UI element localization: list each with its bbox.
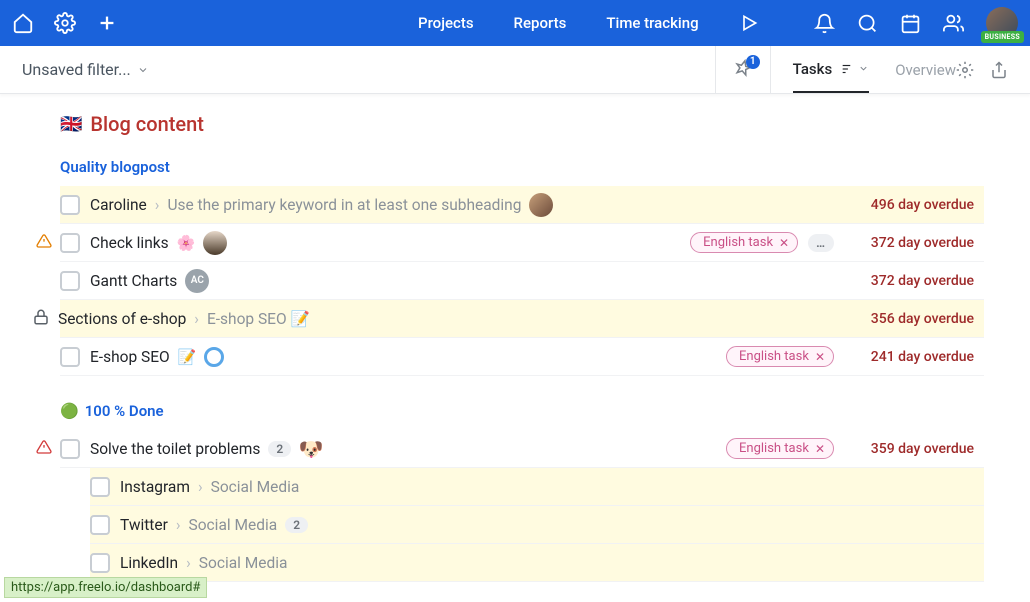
lock-icon	[32, 308, 50, 330]
task-tag[interactable]: English task ✕	[726, 438, 834, 459]
task-row[interactable]: Twitter › Social Media 2	[90, 506, 984, 544]
plus-icon[interactable]	[96, 12, 118, 34]
people-icon[interactable]	[943, 13, 964, 34]
task-crumb: Social Media	[199, 554, 288, 572]
task-crumb: Social Media	[189, 516, 278, 534]
task-name: LinkedIn	[120, 554, 178, 572]
count-pill: 2	[285, 517, 308, 533]
task-row[interactable]: Solve the toilet problems 2 🐶 English ta…	[60, 430, 984, 468]
overdue-label: 356 day overdue	[844, 311, 974, 327]
task-checkbox[interactable]	[60, 195, 80, 215]
task-row[interactable]: E-shop SEO 📝 English task ✕ 241 day over…	[60, 338, 984, 376]
sub-toolbar: Unsaved filter... 1 Tasks Overview	[0, 46, 1030, 94]
task-row[interactable]: Sections of e-shop › E-shop SEO 📝 356 da…	[60, 300, 984, 338]
task-name: E-shop SEO	[90, 348, 170, 366]
task-checkbox[interactable]	[60, 233, 80, 253]
pin-count-badge: 1	[746, 55, 760, 69]
home-icon[interactable]	[12, 12, 34, 34]
crumb-separator: ›	[198, 478, 203, 496]
overdue-label: 241 day overdue	[844, 349, 974, 365]
project-title-text: Blog content	[90, 112, 203, 136]
warning-icon	[36, 439, 52, 459]
list-icon	[838, 62, 852, 76]
calendar-icon[interactable]	[900, 13, 921, 34]
crumb-separator: ›	[155, 196, 160, 214]
task-checkbox[interactable]	[90, 477, 110, 497]
overdue-label: 359 day overdue	[844, 441, 974, 457]
task-checkbox[interactable]	[90, 515, 110, 535]
user-avatar[interactable]: BUSINESS	[986, 7, 1018, 39]
pin-area[interactable]: 1	[715, 46, 771, 93]
task-checkbox[interactable]	[60, 347, 80, 367]
task-name: Twitter	[120, 516, 168, 534]
overdue-label: 372 day overdue	[844, 273, 974, 289]
chevron-down-icon	[858, 63, 869, 74]
task-crumb: Use the primary keyword in at least one …	[167, 196, 521, 214]
settings-icon[interactable]	[956, 61, 974, 79]
share-icon[interactable]	[990, 61, 1008, 79]
warning-icon	[36, 233, 52, 253]
task-name: Caroline	[90, 196, 147, 214]
filter-label: Unsaved filter...	[22, 60, 131, 79]
task-checkbox[interactable]	[60, 439, 80, 459]
task-name: Instagram	[120, 478, 190, 496]
crumb-separator: ›	[186, 554, 191, 572]
task-checkbox[interactable]	[90, 553, 110, 573]
assignee-avatar[interactable]: 🐶	[299, 437, 323, 461]
nav-time-tracking[interactable]: Time tracking	[606, 14, 698, 32]
tag-remove-icon[interactable]: ✕	[815, 350, 825, 364]
search-icon[interactable]	[857, 13, 878, 34]
assignee-avatar[interactable]	[203, 231, 227, 255]
tag-remove-icon[interactable]: ✕	[815, 442, 825, 456]
top-navbar: Projects Reports Time tracking BUSINESS	[0, 0, 1030, 46]
status-bar-url: https://app.freelo.io/dashboard#	[4, 577, 207, 598]
task-row[interactable]: Instagram › Social Media	[90, 468, 984, 506]
tab-overview[interactable]: Overview	[895, 46, 956, 93]
nav-projects[interactable]: Projects	[418, 14, 474, 32]
nav-reports[interactable]: Reports	[514, 14, 567, 32]
task-crumb: Social Media	[211, 478, 300, 496]
task-emoji: 📝	[178, 348, 197, 366]
task-checkbox[interactable]	[60, 271, 80, 291]
tag-remove-icon[interactable]: ✕	[779, 236, 789, 250]
content-area: 🇬🇧 Blog content Quality blogpost Carolin…	[0, 94, 1030, 602]
task-name: Check links	[90, 234, 169, 252]
tab-tasks[interactable]: Tasks	[793, 46, 870, 93]
overdue-label: 496 day overdue	[844, 197, 974, 213]
task-tag[interactable]: English task ✕	[690, 232, 798, 253]
assignee-avatar[interactable]	[529, 193, 553, 217]
crumb-separator: ›	[176, 516, 181, 534]
task-name: Solve the toilet problems	[90, 440, 260, 458]
section-title[interactable]: Quality blogpost	[60, 158, 984, 176]
gear-icon[interactable]	[54, 12, 76, 34]
task-tag[interactable]: English task ✕	[726, 346, 834, 367]
section-title[interactable]: 🟢 100 % Done	[60, 402, 984, 420]
assignee-avatar[interactable]: AC	[185, 269, 209, 293]
task-name: Sections of e-shop	[58, 310, 186, 328]
task-row[interactable]: Gantt Charts AC 372 day overdue	[60, 262, 984, 300]
more-pill[interactable]: …	[808, 234, 834, 252]
project-title[interactable]: 🇬🇧 Blog content	[60, 112, 984, 136]
task-row[interactable]: Caroline › Use the primary keyword in at…	[60, 186, 984, 224]
flag-emoji: 🇬🇧	[60, 114, 82, 135]
task-name: Gantt Charts	[90, 272, 177, 290]
assignee-avatar[interactable]	[204, 347, 224, 367]
task-crumb: E-shop SEO 📝	[207, 310, 310, 328]
task-row[interactable]: LinkedIn › Social Media	[90, 544, 984, 582]
task-row[interactable]: Check links 🌸 English task ✕ … 372 day o…	[60, 224, 984, 262]
task-emoji: 🌸	[177, 234, 196, 252]
section-emoji: 🟢	[60, 402, 79, 420]
play-icon[interactable]	[739, 13, 759, 33]
bell-icon[interactable]	[814, 13, 835, 34]
overdue-label: 372 day overdue	[844, 235, 974, 251]
business-badge: BUSINESS	[981, 31, 1024, 43]
count-pill: 2	[268, 441, 291, 457]
filter-dropdown[interactable]: Unsaved filter...	[22, 60, 149, 79]
crumb-separator: ›	[194, 310, 199, 328]
